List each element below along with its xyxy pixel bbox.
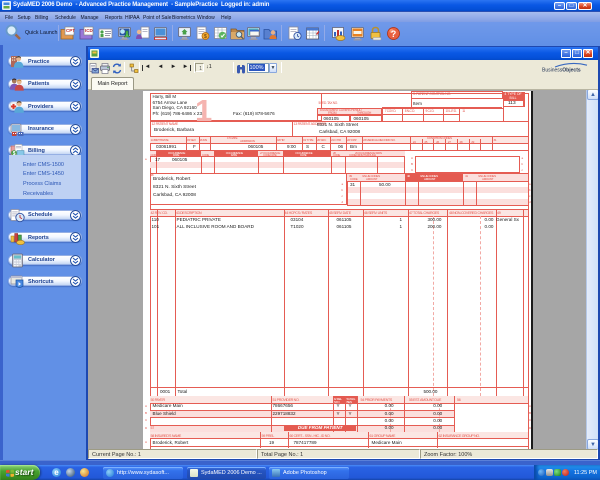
svg-text:$: $ <box>204 34 207 40</box>
svg-text:?: ? <box>390 29 396 39</box>
svg-text:BusinessObjects: BusinessObjects <box>542 68 581 74</box>
svg-text:ICD: ICD <box>85 28 94 33</box>
svg-text:CPT: CPT <box>66 28 75 33</box>
